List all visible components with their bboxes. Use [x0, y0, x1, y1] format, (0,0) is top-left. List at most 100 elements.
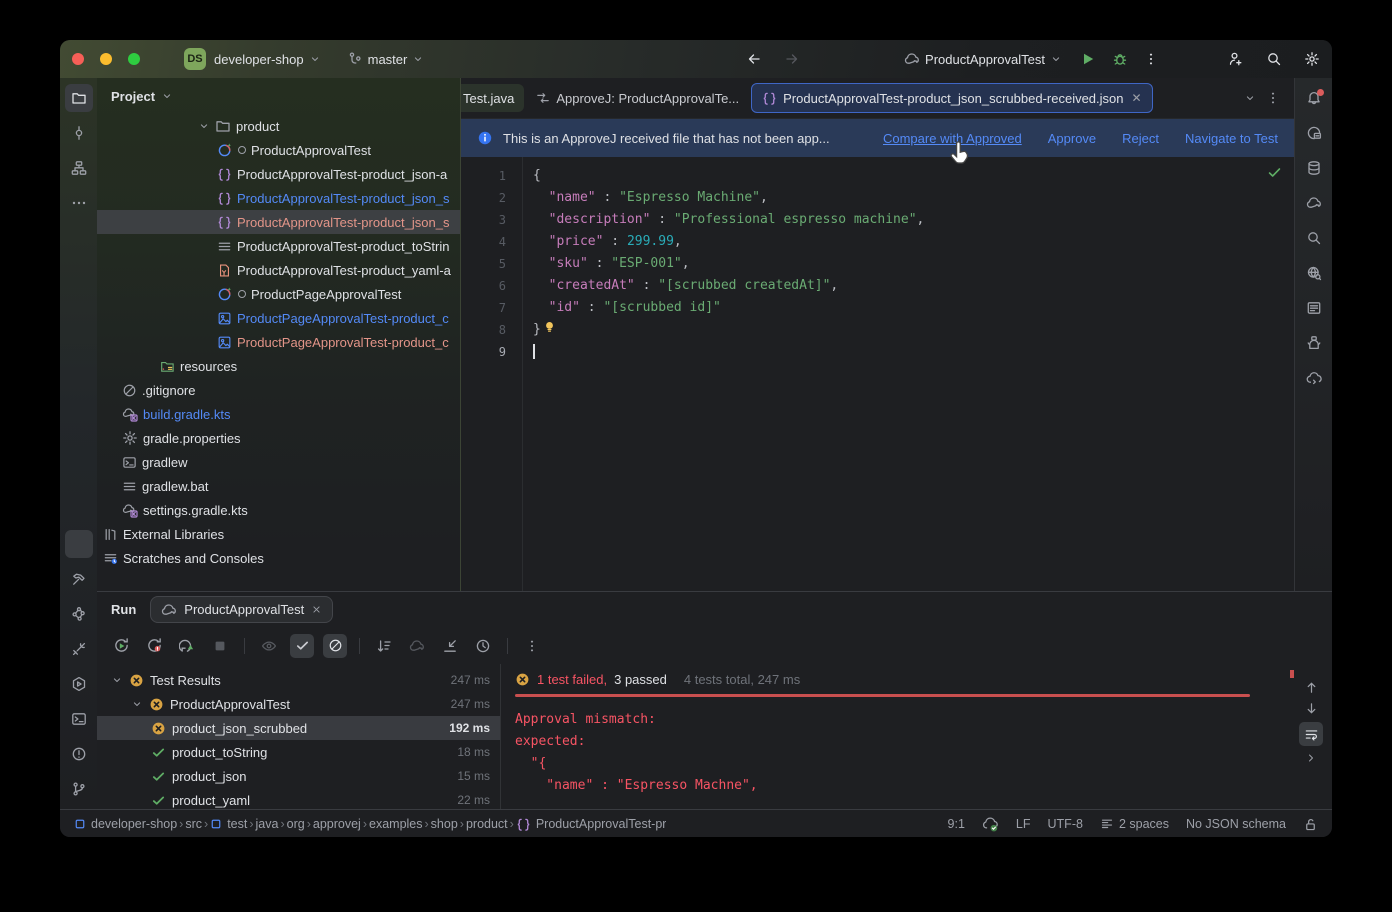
search-everywhere-icon[interactable] [1266, 51, 1282, 67]
more-options-button[interactable] [520, 634, 544, 658]
structure-tool-button[interactable] [65, 154, 93, 182]
close-icon[interactable] [311, 604, 322, 615]
toggle-auto-test-button[interactable] [175, 634, 199, 658]
banner-action-compare-with-approved[interactable]: Compare with Approved [883, 131, 1022, 146]
sort-tests-button[interactable] [372, 634, 396, 658]
test-row[interactable]: product_toString18 ms [97, 740, 500, 764]
minimize-window-button[interactable] [100, 53, 112, 65]
notifications-button[interactable] [1300, 84, 1328, 112]
code-line[interactable]: "sku" : "ESP-001", [533, 253, 1294, 275]
test-row[interactable]: product_yaml22 ms [97, 788, 500, 809]
show-options-button[interactable] [257, 634, 281, 658]
breadcrumb-item[interactable]: product [466, 817, 508, 831]
find-button[interactable] [1300, 224, 1328, 252]
breadcrumb-item[interactable]: java [256, 817, 279, 831]
code-line[interactable]: } [533, 319, 1294, 341]
banner-action-reject[interactable]: Reject [1122, 131, 1159, 146]
code-line[interactable]: "name" : "Espresso Machine", [533, 187, 1294, 209]
test-row[interactable]: product_json15 ms [97, 764, 500, 788]
run-button[interactable] [1080, 51, 1096, 67]
code-line[interactable]: "description" : "Professional espresso m… [533, 209, 1294, 231]
code-line[interactable]: "id" : "[scrubbed id]" [533, 297, 1294, 319]
branch-widget[interactable]: master [347, 51, 425, 67]
more-actions-button[interactable] [1144, 51, 1158, 67]
breadcrumb-item[interactable]: shop [431, 817, 458, 831]
ai-assistant-button[interactable] [1300, 119, 1328, 147]
inspections-ok-icon[interactable] [1267, 165, 1282, 180]
add-user-icon[interactable] [1228, 51, 1244, 67]
stop-button[interactable] [208, 634, 232, 658]
build-tools-button[interactable] [65, 635, 93, 663]
chevron-down-icon[interactable] [131, 698, 143, 710]
tree-item[interactable]: gradlew [97, 450, 460, 474]
code-editor[interactable]: 123456789 { "name" : "Espresso Machine",… [461, 157, 1294, 591]
tree-item[interactable]: ProductApprovalTest-product_toStrin [97, 234, 460, 258]
close-tab-icon[interactable]: ✕ [1132, 91, 1142, 105]
gradle-options-button[interactable] [405, 634, 429, 658]
line-number[interactable]: 6 [461, 275, 522, 297]
terminal-tool-button[interactable] [65, 705, 93, 733]
tree-item[interactable]: External Libraries [97, 522, 460, 546]
caret-position[interactable]: 9:1 [948, 817, 965, 831]
test-row[interactable]: Test Results247 ms [97, 668, 500, 692]
build-tool-button[interactable] [65, 565, 93, 593]
rerun-failed-tests-button[interactable] [142, 634, 166, 658]
settings-gear-icon[interactable] [1304, 51, 1320, 67]
breadcrumb-item[interactable]: org [287, 817, 305, 831]
problems-tool-button[interactable] [65, 740, 93, 768]
arrow-down-icon[interactable] [1304, 701, 1319, 716]
more-tools-button[interactable] [65, 189, 93, 217]
tree-item[interactable]: ProductPageApprovalTest-product_c [97, 306, 460, 330]
chevron-down-icon[interactable] [161, 90, 173, 102]
breadcrumb-item[interactable]: test [210, 817, 247, 831]
line-number[interactable]: 7 [461, 297, 522, 319]
forward-button[interactable] [784, 51, 800, 67]
endpoints-button[interactable] [1300, 259, 1328, 287]
breadcrumb-item[interactable]: src [185, 817, 202, 831]
run-tab[interactable]: ProductApprovalTest [150, 596, 333, 623]
tree-item[interactable]: product [97, 114, 460, 138]
tree-item[interactable]: .gitignore [97, 378, 460, 402]
run-configuration-widget[interactable]: ProductApprovalTest [904, 51, 1062, 67]
tree-item[interactable]: Scratches and Consoles [97, 546, 460, 570]
file-encoding[interactable]: UTF-8 [1048, 817, 1083, 831]
banner-action-approve[interactable]: Approve [1048, 131, 1096, 146]
tree-item[interactable]: ProductApprovalTest-product_json-a [97, 162, 460, 186]
import-test-results-button[interactable] [438, 634, 462, 658]
code-line[interactable] [533, 341, 1294, 363]
tree-item[interactable]: settings.gradle.kts [97, 498, 460, 522]
back-button[interactable] [746, 51, 762, 67]
dependencies-button[interactable] [1300, 329, 1328, 357]
tree-item[interactable]: ProductApprovalTest-product_json_s [97, 186, 460, 210]
line-number[interactable]: 9 [461, 341, 522, 363]
gradle-button[interactable] [1300, 189, 1328, 217]
project-widget[interactable]: developer-shop [214, 52, 321, 67]
breadcrumb-item[interactable]: examples [369, 817, 423, 831]
tree-item[interactable]: ProductApprovalTest-product_yaml-a [97, 258, 460, 282]
tree-item[interactable]: ProductPageApprovalTest-product_c [97, 330, 460, 354]
chevron-down-icon[interactable] [111, 674, 123, 686]
indent-config[interactable]: 2 spaces [1100, 817, 1169, 831]
code-line[interactable]: "price" : 299.99, [533, 231, 1294, 253]
line-number[interactable]: 5 [461, 253, 522, 275]
tree-item[interactable]: gradle.properties [97, 426, 460, 450]
tree-item[interactable]: build.gradle.kts [97, 402, 460, 426]
breadcrumb-item[interactable]: developer-shop [74, 817, 177, 831]
rerun-tests-button[interactable] [109, 634, 133, 658]
arrow-up-icon[interactable] [1304, 680, 1319, 695]
test-history-button[interactable] [471, 634, 495, 658]
line-number[interactable]: 2 [461, 187, 522, 209]
chevron-down-icon[interactable] [198, 120, 210, 132]
code-line[interactable]: { [533, 165, 1294, 187]
gradle-sync-ok-icon[interactable] [982, 816, 999, 833]
test-row[interactable]: ProductApprovalTest247 ms [97, 692, 500, 716]
database-button[interactable] [1300, 154, 1328, 182]
breadcrumb-item[interactable]: ProductApprovalTest-pr [516, 817, 667, 832]
tree-item[interactable]: resources [97, 354, 460, 378]
tree-item[interactable]: ProductPageApprovalTest [97, 282, 460, 306]
tree-item[interactable]: ProductApprovalTest-product_json_s [97, 210, 460, 234]
commit-tool-button[interactable] [65, 119, 93, 147]
editor-tab[interactable]: ProductApprovalTest-product_json_scrubbe… [751, 83, 1152, 113]
banner-action-navigate-to-test[interactable]: Navigate to Test [1185, 131, 1278, 146]
tab-options-icon[interactable] [1266, 90, 1280, 106]
